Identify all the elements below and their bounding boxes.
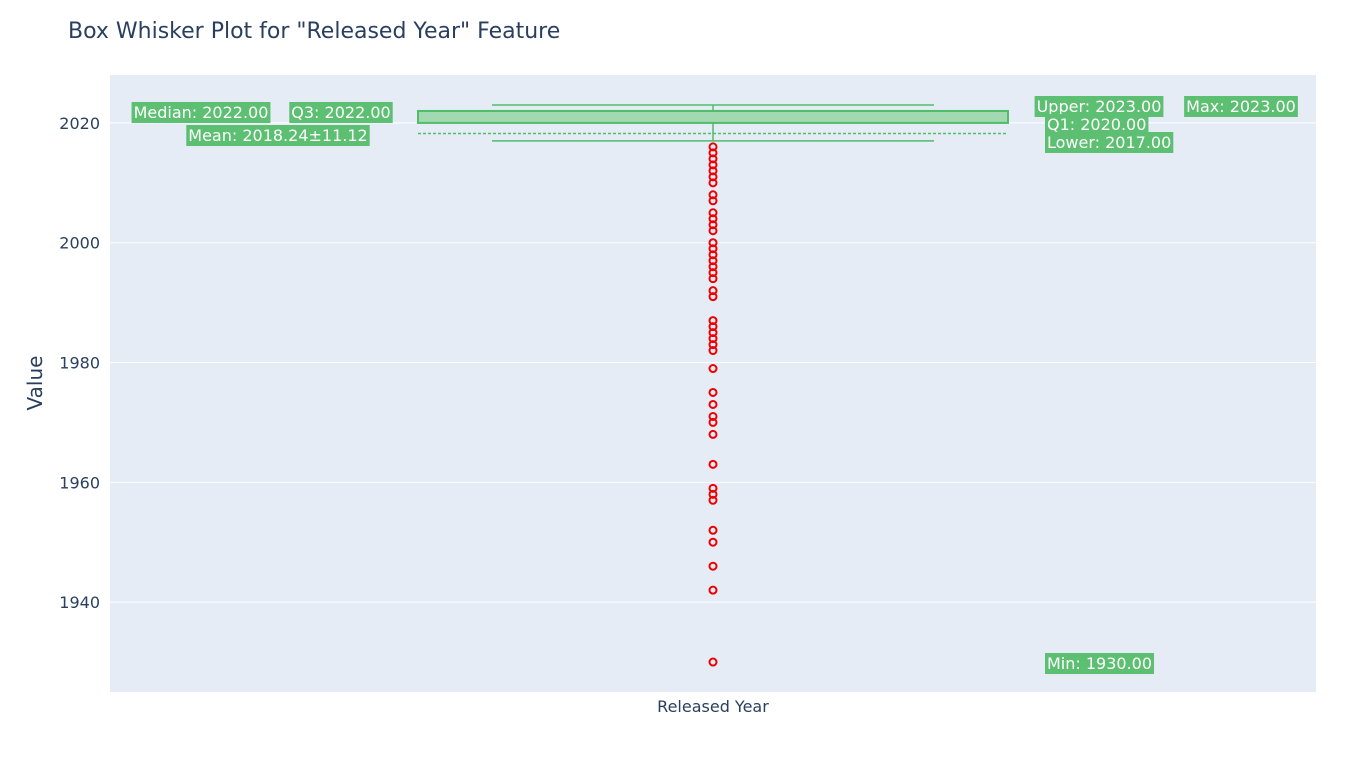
annotation-min: Min: 1930.00	[1045, 653, 1155, 674]
annotation-text: Lower: 2017.00	[1047, 133, 1171, 152]
y-tick-label: 1940	[59, 593, 100, 612]
annotation-text: Median: 2022.00	[134, 103, 269, 122]
annotation-text: Q3: 2022.00	[291, 103, 390, 122]
y-tick-label: 1980	[59, 354, 100, 373]
annotation-text: Min: 1930.00	[1047, 654, 1152, 673]
box-plot-chart: Box Whisker Plot for "Released Year" Fea…	[0, 0, 1366, 768]
annotation-text: Q1: 2020.00	[1047, 115, 1146, 134]
y-tick-label: 1960	[59, 473, 100, 492]
annotation-lower: Lower: 2017.00	[1045, 132, 1174, 153]
annotation-q3: Q3: 2022.00	[289, 102, 393, 123]
y-axis-title: Value	[23, 356, 47, 411]
x-tick-label: Released Year	[657, 697, 769, 716]
iqr-box	[417, 109, 1009, 124]
annotation-text: Upper: 2023.00	[1037, 97, 1162, 116]
y-tick-label: 2020	[59, 114, 100, 133]
annotation-text: Max: 2023.00	[1186, 97, 1296, 116]
y-tick-label: 2000	[59, 234, 100, 253]
annotation-text: Mean: 2018.24±11.12	[188, 126, 367, 145]
annotation-median: Median: 2022.00	[131, 102, 271, 123]
annotation-mean: Mean: 2018.24±11.12	[186, 125, 370, 146]
annotation-upper: Upper: 2023.00	[1034, 96, 1164, 117]
annotation-max: Max: 2023.00	[1184, 96, 1298, 117]
annotation-q1: Q1: 2020.00	[1045, 114, 1149, 135]
chart-title: Box Whisker Plot for "Released Year" Fea…	[68, 19, 560, 44]
